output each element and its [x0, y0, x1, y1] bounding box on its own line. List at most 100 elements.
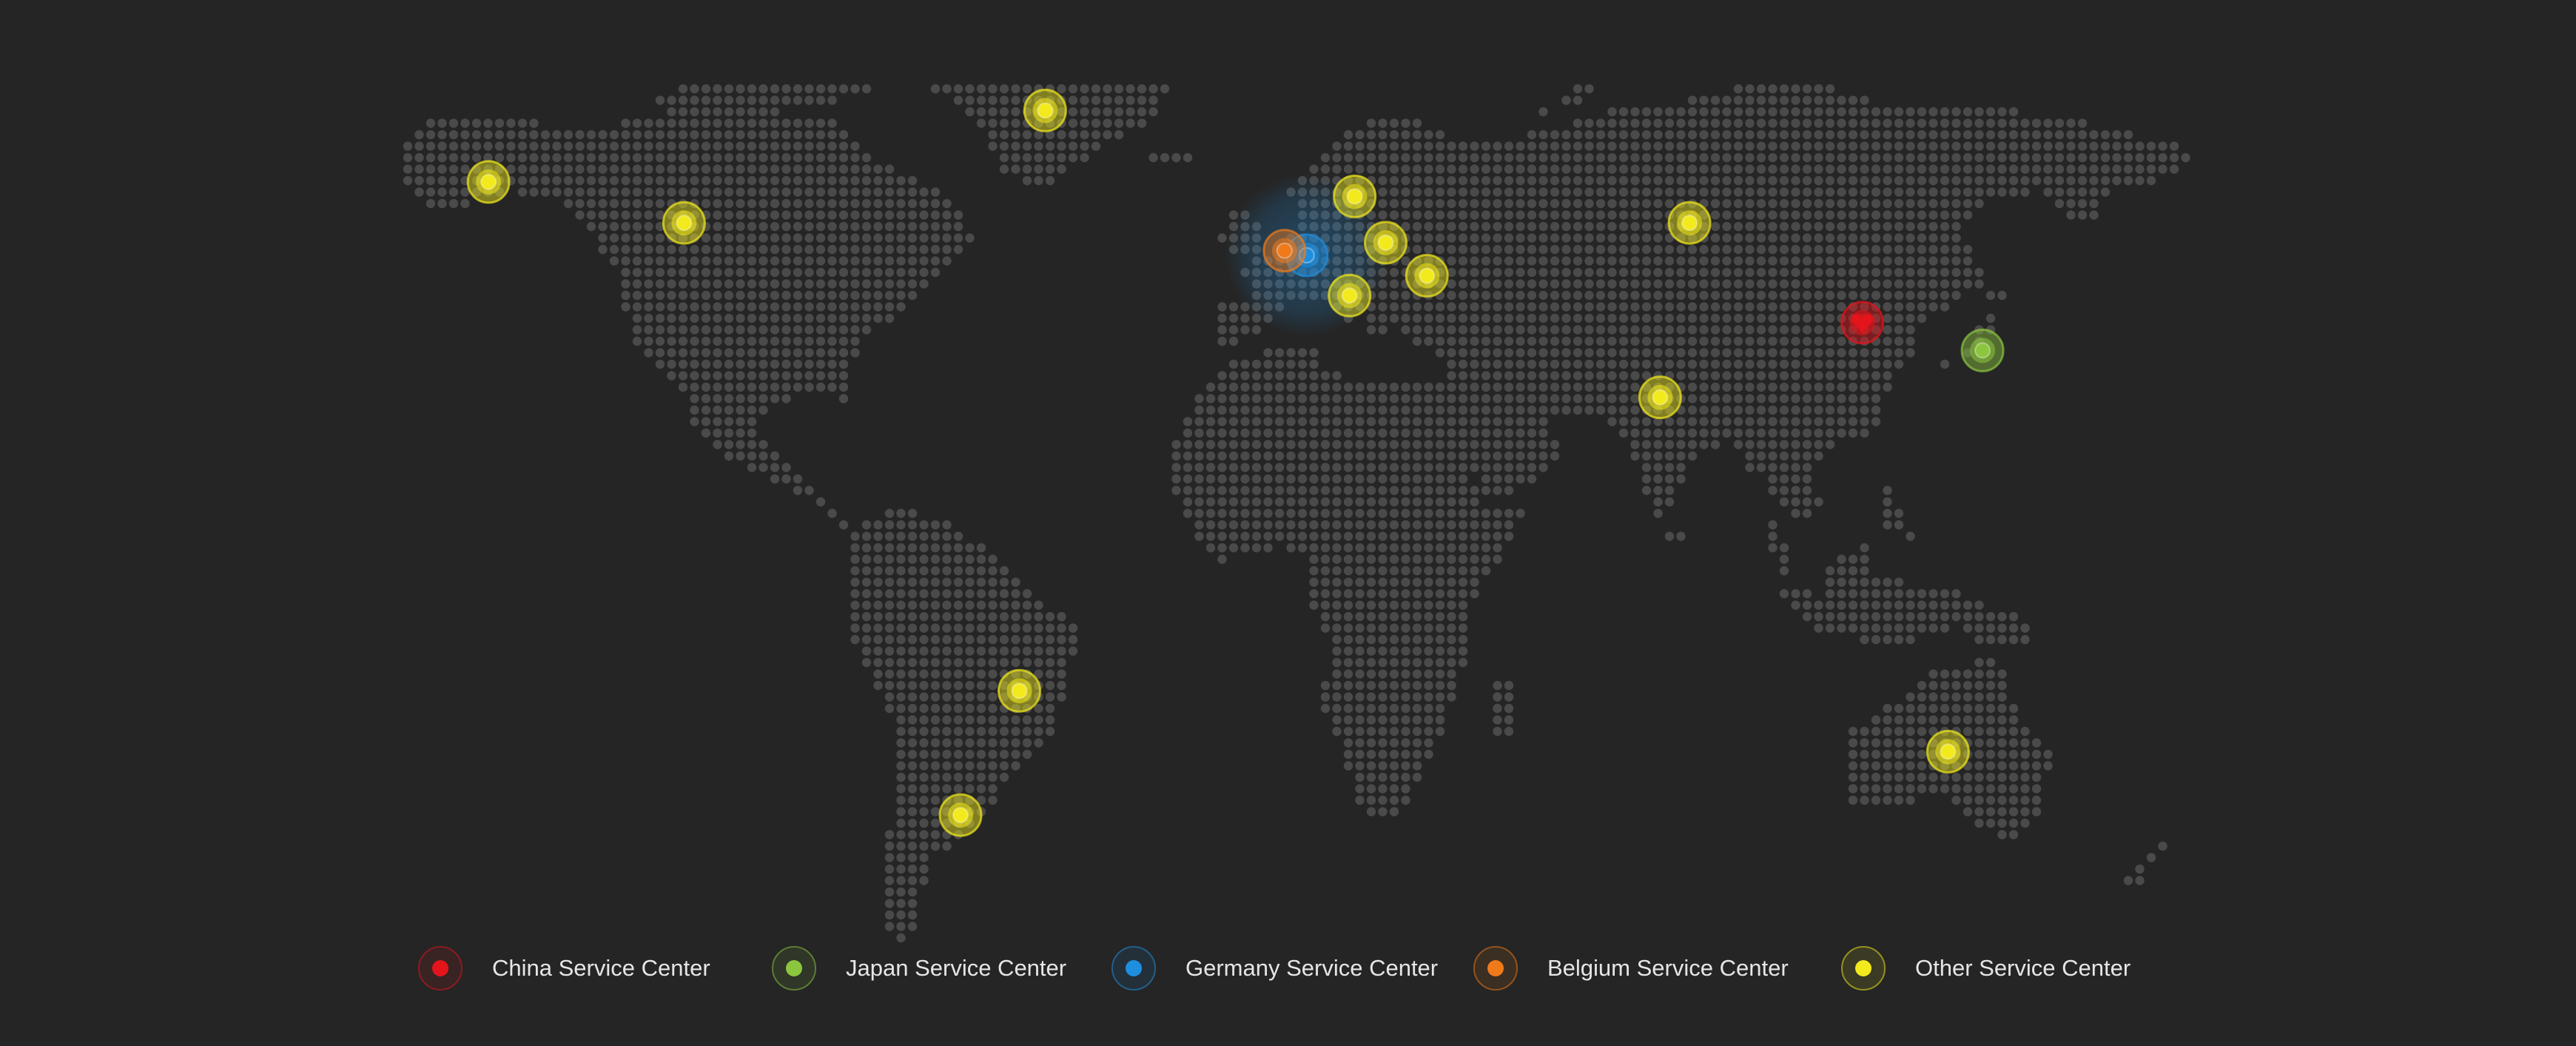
land-dot: [1320, 394, 1331, 403]
land-dot: [609, 210, 619, 220]
service-center-marker-other[interactable]: Other Service Center: [1363, 221, 1408, 265]
land-dot: [1504, 451, 1514, 461]
land-dot: [701, 95, 711, 105]
land-dot: [1481, 336, 1491, 346]
land-dot: [2020, 152, 2030, 163]
land-dot: [1860, 611, 1869, 622]
land-dot: [2123, 175, 2133, 186]
land-dot: [1871, 371, 1881, 380]
land-dot: [907, 210, 918, 220]
land-dot: [942, 589, 952, 599]
land-dot: [2077, 164, 2088, 174]
service-center-marker-belgium[interactable]: Belgium Service Center: [1262, 229, 1307, 273]
land-dot: [1733, 290, 1743, 301]
land-dot: [1607, 336, 1617, 346]
land-dot: [1791, 84, 1800, 94]
land-dot: [2008, 807, 2019, 817]
land-dot: [861, 152, 872, 163]
land-dot: [1045, 692, 1055, 702]
land-dot: [2031, 118, 2042, 128]
service-center-marker-other[interactable]: Other Service Center: [662, 201, 706, 245]
land-dot: [701, 348, 711, 358]
land-dot: [965, 784, 975, 794]
land-dot: [1355, 405, 1365, 415]
land-dot: [896, 818, 906, 828]
land-dot: [770, 152, 780, 163]
land-dot: [1332, 600, 1342, 610]
service-center-marker-other[interactable]: Other Service Center: [1667, 201, 1712, 245]
land-dot: [632, 187, 642, 197]
service-center-marker-japan[interactable]: Japan Service Center: [1960, 328, 2005, 372]
land-dot: [1183, 451, 1193, 461]
service-center-marker-other[interactable]: Other Service Center: [1638, 375, 1682, 420]
land-dot: [667, 130, 676, 140]
land-dot: [919, 841, 929, 851]
land-dot: [781, 84, 791, 94]
land-dot: [1653, 187, 1663, 197]
land-dot: [1126, 107, 1135, 117]
land-dot: [1676, 267, 1686, 278]
land-dot: [1584, 152, 1594, 163]
land-dot: [1378, 451, 1388, 461]
land-dot: [1458, 336, 1468, 346]
land-dot: [896, 669, 906, 679]
land-dot: [1848, 290, 1858, 301]
land-dot: [1389, 440, 1399, 449]
land-dot: [1447, 634, 1456, 645]
land-dot: [1871, 795, 1881, 805]
land-dot: [1343, 738, 1353, 748]
land-dot: [1653, 221, 1663, 232]
land-dot: [1217, 554, 1227, 564]
land-dot: [1504, 325, 1514, 335]
land-dot: [1848, 577, 1858, 587]
service-center-marker-other[interactable]: Other Service Center: [1023, 88, 1067, 133]
land-dot: [1664, 141, 1675, 151]
service-center-marker-china[interactable]: China Service Center: [1840, 301, 1885, 345]
land-dot: [1883, 244, 1892, 255]
land-dot: [667, 152, 676, 163]
land-dot: [1607, 164, 1617, 174]
land-dot: [1481, 417, 1491, 426]
land-dot: [1538, 221, 1548, 232]
land-dot: [655, 279, 665, 289]
land-dot: [1091, 95, 1101, 105]
land-dot: [1320, 382, 1331, 392]
land-dot: [1871, 417, 1881, 426]
land-dot: [1527, 336, 1537, 346]
land-dot: [1733, 233, 1743, 243]
land-dot: [1412, 474, 1422, 484]
land-dot: [747, 348, 757, 358]
land-dot: [1297, 532, 1308, 541]
land-dot: [713, 302, 722, 312]
land-dot: [1756, 359, 1766, 369]
land-dot: [1641, 486, 1652, 495]
land-dot: [1470, 543, 1479, 553]
land-dot: [1768, 290, 1778, 301]
service-center-marker-other[interactable]: Other Service Center: [1333, 174, 1377, 218]
land-dot: [2020, 141, 2030, 151]
land-dot: [1228, 497, 1239, 507]
land-dot: [1595, 302, 1606, 312]
service-center-marker-other[interactable]: Other Service Center: [466, 160, 511, 204]
land-dot: [1917, 267, 1927, 278]
service-center-marker-other[interactable]: Other Service Center: [1405, 254, 1449, 298]
land-dot: [1205, 532, 1216, 541]
land-dot: [1493, 244, 1502, 255]
land-dot: [1756, 164, 1766, 174]
land-dot: [1470, 554, 1479, 564]
land-dot: [1985, 611, 1996, 622]
land-dot: [1974, 749, 1984, 760]
land-dot: [1584, 348, 1594, 358]
land-dot: [2112, 130, 2122, 140]
land-dot: [1355, 784, 1365, 794]
land-dot: [1355, 772, 1365, 782]
land-dot: [1584, 336, 1594, 346]
service-center-marker-other[interactable]: Other Service Center: [1328, 273, 1372, 318]
service-center-marker-other[interactable]: Other Service Center: [1926, 729, 1970, 774]
land-dot: [1481, 382, 1491, 392]
land-dot: [1297, 463, 1308, 472]
land-dot: [1917, 703, 1927, 714]
service-center-marker-other[interactable]: Other Service Center: [997, 668, 1041, 713]
land-dot: [884, 692, 895, 702]
service-center-marker-other[interactable]: Other Service Center: [938, 793, 983, 837]
